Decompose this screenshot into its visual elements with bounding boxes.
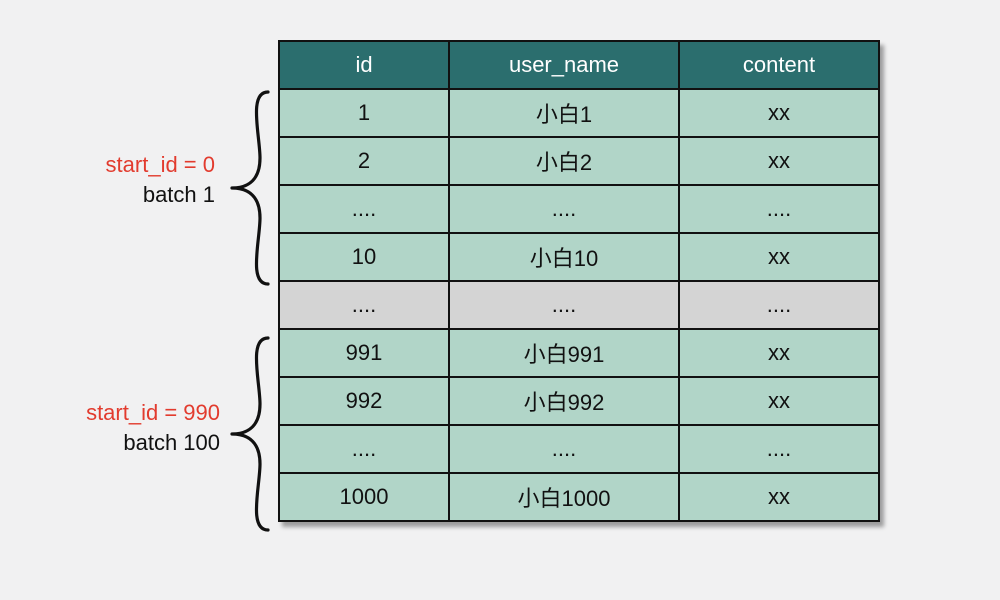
cell-content: .... <box>679 425 879 473</box>
cell-id: 1 <box>279 89 449 137</box>
cell-content: xx <box>679 473 879 521</box>
batch100-label: start_id = 990 batch 100 <box>35 398 220 457</box>
table-row: 2 小白2 xx <box>279 137 879 185</box>
header-content: content <box>679 41 879 89</box>
table-row: 1000 小白1000 xx <box>279 473 879 521</box>
cell-content: xx <box>679 137 879 185</box>
cell-content: xx <box>679 89 879 137</box>
cell-user-name: 小白991 <box>449 329 679 377</box>
cell-id: 10 <box>279 233 449 281</box>
cell-user-name: 小白1000 <box>449 473 679 521</box>
cell-content: xx <box>679 329 879 377</box>
brace-icon <box>226 334 272 534</box>
table-gap-row: .... .... .... <box>279 281 879 329</box>
table-row: .... .... .... <box>279 425 879 473</box>
cell-content: xx <box>679 233 879 281</box>
cell-user-name: 小白992 <box>449 377 679 425</box>
header-user-name: user_name <box>449 41 679 89</box>
cell-content: .... <box>679 185 879 233</box>
cell-id: .... <box>279 281 449 329</box>
table-row: 1 小白1 xx <box>279 89 879 137</box>
table-row: 10 小白10 xx <box>279 233 879 281</box>
batch1-number: batch 1 <box>45 180 215 210</box>
cell-id: 2 <box>279 137 449 185</box>
batch100-start-id: start_id = 990 <box>35 398 220 428</box>
brace-icon <box>226 88 272 288</box>
cell-content: xx <box>679 377 879 425</box>
cell-content: .... <box>679 281 879 329</box>
cell-user-name: 小白2 <box>449 137 679 185</box>
table-row: .... .... .... <box>279 185 879 233</box>
batch100-number: batch 100 <box>35 428 220 458</box>
data-table: id user_name content 1 小白1 xx 2 小白2 xx .… <box>278 40 880 522</box>
cell-id: 991 <box>279 329 449 377</box>
table-row: 991 小白991 xx <box>279 329 879 377</box>
cell-user-name: .... <box>449 425 679 473</box>
table-header-row: id user_name content <box>279 41 879 89</box>
cell-id: .... <box>279 425 449 473</box>
table-row: 992 小白992 xx <box>279 377 879 425</box>
cell-id: 992 <box>279 377 449 425</box>
cell-id: 1000 <box>279 473 449 521</box>
cell-user-name: .... <box>449 281 679 329</box>
batch1-start-id: start_id = 0 <box>45 150 215 180</box>
cell-user-name: 小白1 <box>449 89 679 137</box>
batch1-label: start_id = 0 batch 1 <box>45 150 215 209</box>
cell-user-name: .... <box>449 185 679 233</box>
cell-id: .... <box>279 185 449 233</box>
cell-user-name: 小白10 <box>449 233 679 281</box>
header-id: id <box>279 41 449 89</box>
